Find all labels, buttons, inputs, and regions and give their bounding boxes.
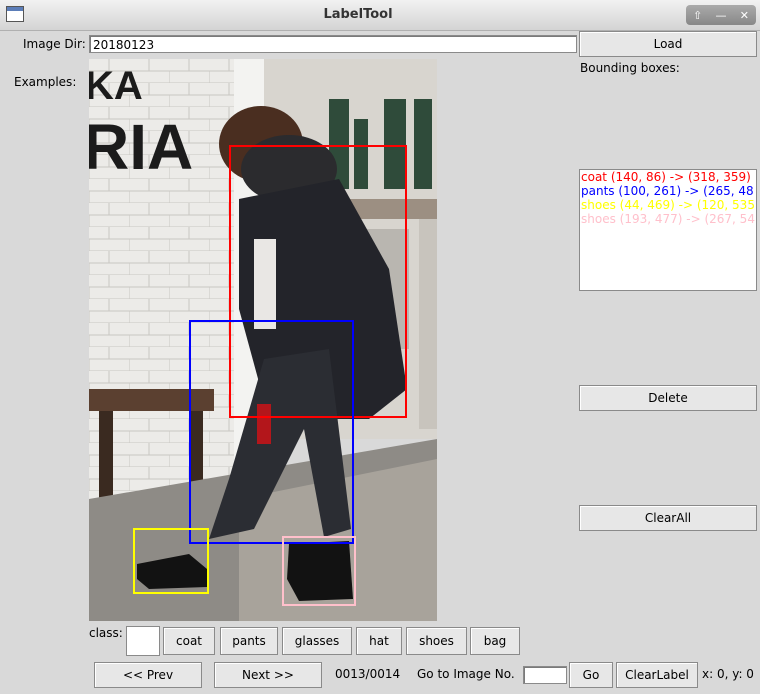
svg-text:RIA: RIA	[89, 111, 193, 183]
clearall-button[interactable]: ClearAll	[579, 505, 757, 531]
restore-icon[interactable]: ⇧	[688, 9, 708, 22]
list-item[interactable]: shoes (44, 469) -> (120, 535	[580, 198, 756, 212]
window-title: LabelTool	[323, 7, 393, 22]
current-class-indicator	[126, 626, 160, 656]
prev-button[interactable]: << Prev	[94, 662, 202, 688]
svg-text:KA: KA	[89, 64, 143, 108]
clear-label-button[interactable]: ClearLabel	[616, 662, 698, 688]
list-item[interactable]: pants (100, 261) -> (265, 48	[580, 184, 756, 198]
bbox-shoes[interactable]	[282, 536, 356, 606]
title-bar: LabelTool ⇧ — ✕	[0, 0, 760, 31]
bounding-box-list[interactable]: coat (140, 86) -> (318, 359) pants (100,…	[579, 169, 757, 291]
next-button[interactable]: Next >>	[214, 662, 322, 688]
class-button-bag[interactable]: bag	[470, 627, 520, 655]
class-label: class:	[89, 626, 123, 640]
go-button[interactable]: Go	[569, 662, 613, 688]
goto-label: Go to Image No.	[417, 667, 515, 681]
close-icon[interactable]: ✕	[734, 9, 754, 22]
list-item[interactable]: shoes (193, 477) -> (267, 54	[580, 212, 756, 226]
image-dir-label: Image Dir:	[23, 37, 86, 51]
window-controls: ⇧ — ✕	[686, 5, 756, 25]
progress-label: 0013/0014	[335, 667, 401, 681]
image-dir-input[interactable]: 20180123	[89, 35, 577, 53]
minimize-icon[interactable]: —	[711, 9, 731, 22]
bbox-shoes[interactable]	[133, 528, 209, 594]
bbox-pants[interactable]	[189, 320, 354, 544]
examples-label: Examples:	[14, 75, 77, 89]
class-button-coat[interactable]: coat	[163, 627, 215, 655]
goto-image-input[interactable]	[523, 666, 567, 684]
list-item[interactable]: coat (140, 86) -> (318, 359)	[580, 170, 756, 184]
class-button-pants[interactable]: pants	[220, 627, 278, 655]
cursor-coordinates: x: 0, y: 0	[702, 667, 754, 681]
delete-button[interactable]: Delete	[579, 385, 757, 411]
class-button-hat[interactable]: hat	[356, 627, 402, 655]
class-button-glasses[interactable]: glasses	[282, 627, 352, 655]
load-button[interactable]: Load	[579, 31, 757, 57]
image-canvas[interactable]: KA RIA	[89, 59, 437, 621]
class-button-shoes[interactable]: shoes	[406, 627, 467, 655]
bounding-boxes-header: Bounding boxes:	[580, 61, 680, 75]
